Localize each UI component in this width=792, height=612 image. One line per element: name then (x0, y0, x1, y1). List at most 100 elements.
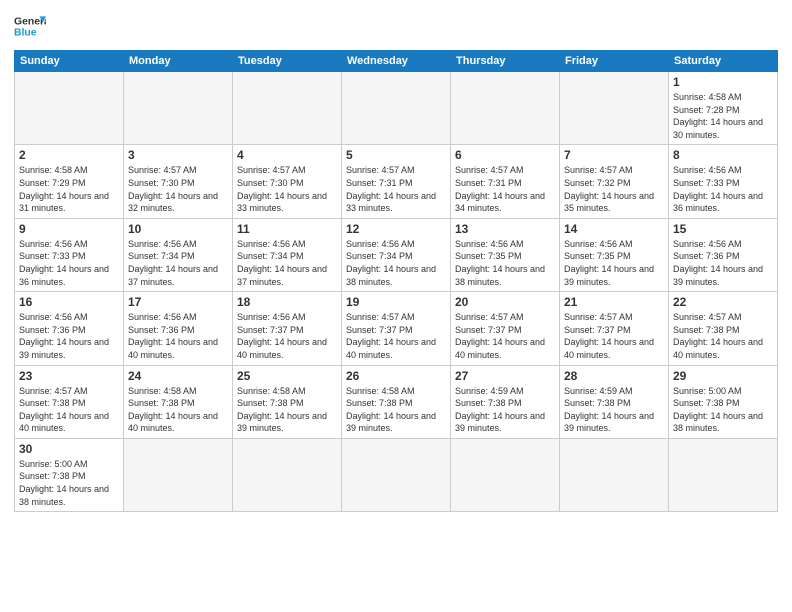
calendar-cell (124, 438, 233, 511)
day-number: 10 (128, 222, 228, 236)
calendar-cell: 5 Sunrise: 4:57 AM Sunset: 7:31 PM Daylig… (342, 145, 451, 218)
day-info: Sunrise: 4:58 AM Sunset: 7:29 PM Dayligh… (19, 164, 119, 214)
calendar-cell: 18 Sunrise: 4:56 AM Sunset: 7:37 PM Dayli… (233, 292, 342, 365)
day-number: 3 (128, 148, 228, 162)
calendar-cell (15, 72, 124, 145)
day-info: Sunrise: 4:56 AM Sunset: 7:33 PM Dayligh… (19, 238, 119, 288)
day-info: Sunrise: 4:56 AM Sunset: 7:36 PM Dayligh… (128, 311, 228, 361)
day-number: 7 (564, 148, 664, 162)
week-row-5: 30 Sunrise: 5:00 AM Sunset: 7:38 PM Dayli… (15, 438, 778, 511)
day-number: 8 (673, 148, 773, 162)
calendar-cell: 14Sunrise: 4:56 AM Sunset: 7:35 PM Dayli… (560, 218, 669, 291)
day-info: Sunrise: 4:56 AM Sunset: 7:35 PM Dayligh… (564, 238, 664, 288)
calendar-cell: 28 Sunrise: 4:59 AM Sunset: 7:38 PM Dayli… (560, 365, 669, 438)
calendar-cell (560, 72, 669, 145)
calendar-cell (124, 72, 233, 145)
day-info: Sunrise: 4:57 AM Sunset: 7:30 PM Dayligh… (128, 164, 228, 214)
day-info: Sunrise: 5:00 AM Sunset: 7:38 PM Dayligh… (19, 458, 119, 508)
day-info: Sunrise: 4:57 AM Sunset: 7:37 PM Dayligh… (564, 311, 664, 361)
day-info: Sunrise: 4:56 AM Sunset: 7:34 PM Dayligh… (128, 238, 228, 288)
calendar-cell: 7 Sunrise: 4:57 AM Sunset: 7:32 PM Daylig… (560, 145, 669, 218)
day-info: Sunrise: 4:56 AM Sunset: 7:37 PM Dayligh… (237, 311, 337, 361)
day-number: 24 (128, 369, 228, 383)
day-number: 12 (346, 222, 446, 236)
calendar-cell (233, 72, 342, 145)
calendar-cell: 4 Sunrise: 4:57 AM Sunset: 7:30 PM Daylig… (233, 145, 342, 218)
calendar-cell: 9 Sunrise: 4:56 AM Sunset: 7:33 PM Daylig… (15, 218, 124, 291)
calendar-cell: 24 Sunrise: 4:58 AM Sunset: 7:38 PM Dayli… (124, 365, 233, 438)
weekday-header-sunday: Sunday (15, 51, 124, 72)
day-number: 2 (19, 148, 119, 162)
calendar-cell: 11Sunrise: 4:56 AM Sunset: 7:34 PM Dayli… (233, 218, 342, 291)
day-number: 16 (19, 295, 119, 309)
weekday-header-saturday: Saturday (669, 51, 778, 72)
calendar-cell: 15 Sunrise: 4:56 AM Sunset: 7:36 PM Dayli… (669, 218, 778, 291)
header: General Blue (14, 10, 778, 42)
calendar-cell: 3 Sunrise: 4:57 AM Sunset: 7:30 PM Daylig… (124, 145, 233, 218)
calendar-cell: 29Sunrise: 5:00 AM Sunset: 7:38 PM Dayli… (669, 365, 778, 438)
day-number: 21 (564, 295, 664, 309)
day-number: 18 (237, 295, 337, 309)
calendar-cell: 19 Sunrise: 4:57 AM Sunset: 7:37 PM Dayli… (342, 292, 451, 365)
calendar: SundayMondayTuesdayWednesdayThursdayFrid… (14, 50, 778, 512)
day-number: 25 (237, 369, 337, 383)
week-row-4: 23 Sunrise: 4:57 AM Sunset: 7:38 PM Dayli… (15, 365, 778, 438)
day-number: 26 (346, 369, 446, 383)
calendar-cell: 10 Sunrise: 4:56 AM Sunset: 7:34 PM Dayli… (124, 218, 233, 291)
day-info: Sunrise: 4:57 AM Sunset: 7:32 PM Dayligh… (564, 164, 664, 214)
calendar-cell: 13 Sunrise: 4:56 AM Sunset: 7:35 PM Dayli… (451, 218, 560, 291)
day-number: 1 (673, 75, 773, 89)
day-info: Sunrise: 4:58 AM Sunset: 7:28 PM Dayligh… (673, 91, 773, 141)
calendar-cell (451, 72, 560, 145)
weekday-header-tuesday: Tuesday (233, 51, 342, 72)
day-info: Sunrise: 4:57 AM Sunset: 7:37 PM Dayligh… (346, 311, 446, 361)
day-number: 30 (19, 442, 119, 456)
day-info: Sunrise: 4:56 AM Sunset: 7:36 PM Dayligh… (673, 238, 773, 288)
day-info: Sunrise: 4:59 AM Sunset: 7:38 PM Dayligh… (564, 385, 664, 435)
day-info: Sunrise: 4:56 AM Sunset: 7:36 PM Dayligh… (19, 311, 119, 361)
week-row-3: 16 Sunrise: 4:56 AM Sunset: 7:36 PM Dayli… (15, 292, 778, 365)
day-info: Sunrise: 4:57 AM Sunset: 7:31 PM Dayligh… (346, 164, 446, 214)
day-number: 17 (128, 295, 228, 309)
day-info: Sunrise: 4:56 AM Sunset: 7:34 PM Dayligh… (346, 238, 446, 288)
calendar-cell: 22Sunrise: 4:57 AM Sunset: 7:38 PM Dayli… (669, 292, 778, 365)
calendar-cell: 16 Sunrise: 4:56 AM Sunset: 7:36 PM Dayli… (15, 292, 124, 365)
calendar-cell: 8 Sunrise: 4:56 AM Sunset: 7:33 PM Daylig… (669, 145, 778, 218)
calendar-cell: 1 Sunrise: 4:58 AM Sunset: 7:28 PM Daylig… (669, 72, 778, 145)
week-row-0: 1 Sunrise: 4:58 AM Sunset: 7:28 PM Daylig… (15, 72, 778, 145)
day-info: Sunrise: 4:57 AM Sunset: 7:38 PM Dayligh… (673, 311, 773, 361)
calendar-cell (669, 438, 778, 511)
calendar-cell: 30 Sunrise: 5:00 AM Sunset: 7:38 PM Dayli… (15, 438, 124, 511)
day-number: 23 (19, 369, 119, 383)
day-info: Sunrise: 4:57 AM Sunset: 7:30 PM Dayligh… (237, 164, 337, 214)
calendar-cell: 21 Sunrise: 4:57 AM Sunset: 7:37 PM Dayli… (560, 292, 669, 365)
day-number: 19 (346, 295, 446, 309)
day-number: 15 (673, 222, 773, 236)
day-info: Sunrise: 4:58 AM Sunset: 7:38 PM Dayligh… (237, 385, 337, 435)
day-info: Sunrise: 4:56 AM Sunset: 7:33 PM Dayligh… (673, 164, 773, 214)
day-number: 5 (346, 148, 446, 162)
calendar-cell: 6 Sunrise: 4:57 AM Sunset: 7:31 PM Daylig… (451, 145, 560, 218)
day-info: Sunrise: 4:56 AM Sunset: 7:35 PM Dayligh… (455, 238, 555, 288)
day-number: 29 (673, 369, 773, 383)
calendar-cell (233, 438, 342, 511)
day-info: Sunrise: 4:57 AM Sunset: 7:37 PM Dayligh… (455, 311, 555, 361)
day-number: 6 (455, 148, 555, 162)
day-info: Sunrise: 4:58 AM Sunset: 7:38 PM Dayligh… (128, 385, 228, 435)
day-number: 28 (564, 369, 664, 383)
logo: General Blue (14, 10, 46, 42)
day-number: 13 (455, 222, 555, 236)
calendar-cell: 12 Sunrise: 4:56 AM Sunset: 7:34 PM Dayli… (342, 218, 451, 291)
weekday-header-row: SundayMondayTuesdayWednesdayThursdayFrid… (15, 51, 778, 72)
day-info: Sunrise: 4:57 AM Sunset: 7:31 PM Dayligh… (455, 164, 555, 214)
day-number: 9 (19, 222, 119, 236)
calendar-cell: 26Sunrise: 4:58 AM Sunset: 7:38 PM Dayli… (342, 365, 451, 438)
weekday-header-thursday: Thursday (451, 51, 560, 72)
day-info: Sunrise: 4:57 AM Sunset: 7:38 PM Dayligh… (19, 385, 119, 435)
calendar-cell: 27Sunrise: 4:59 AM Sunset: 7:38 PM Dayli… (451, 365, 560, 438)
calendar-cell: 23 Sunrise: 4:57 AM Sunset: 7:38 PM Dayli… (15, 365, 124, 438)
day-info: Sunrise: 4:59 AM Sunset: 7:38 PM Dayligh… (455, 385, 555, 435)
calendar-cell: 2 Sunrise: 4:58 AM Sunset: 7:29 PM Daylig… (15, 145, 124, 218)
logo-icon: General Blue (14, 10, 46, 42)
day-number: 4 (237, 148, 337, 162)
